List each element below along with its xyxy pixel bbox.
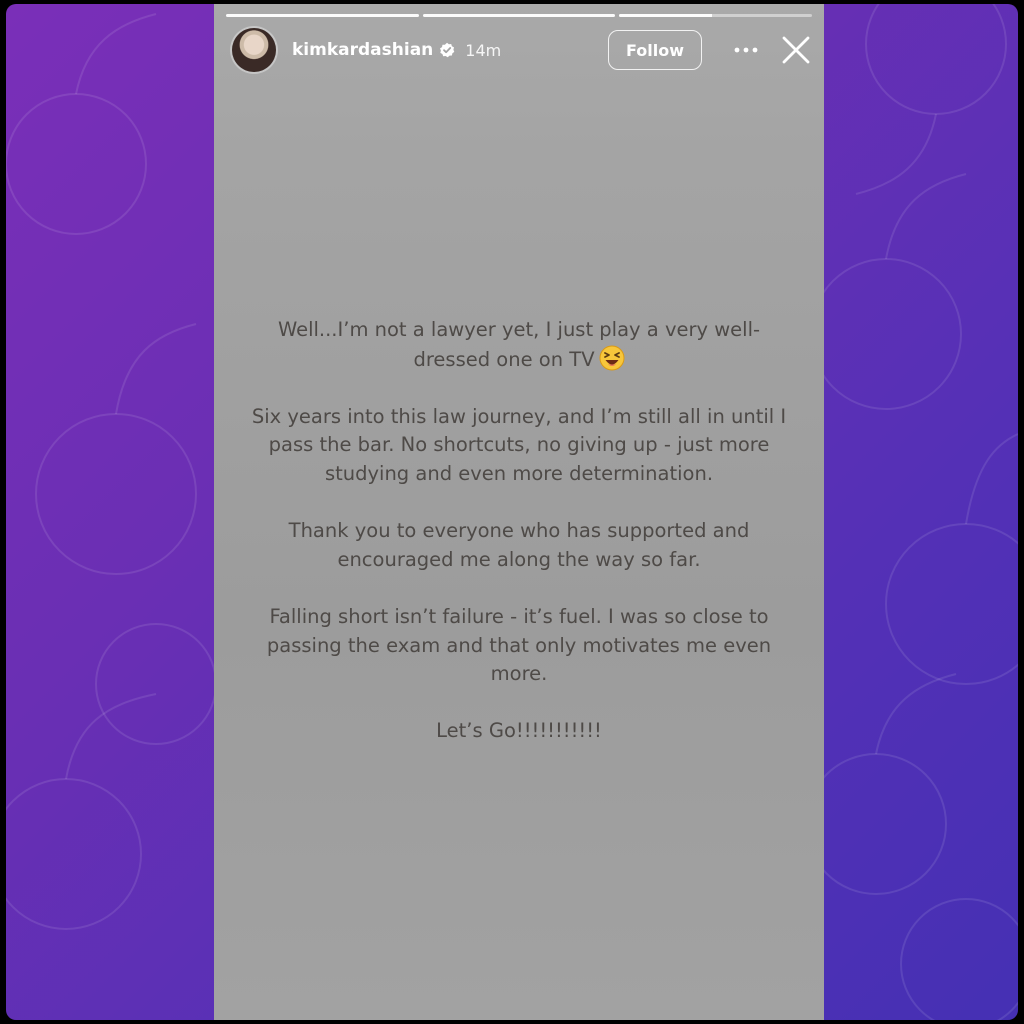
progress-segment-current [619,14,813,17]
progress-segment-fill [619,14,712,17]
message-paragraph-text: Well...I’m not a lawyer yet, I just play… [277,318,761,371]
avatar[interactable] [232,28,276,72]
follow-button[interactable]: Follow [608,30,702,70]
story-header: kimkardashian 14m Follow [232,26,814,74]
more-options-button[interactable] [728,32,764,68]
story-text-message: Well...I’m not a lawyer yet, I just play… [244,316,794,775]
username[interactable]: kimkardashian [292,40,433,60]
story-progress-bar [226,14,813,17]
message-paragraph: Thank you to everyone who has supported … [288,519,750,571]
progress-segment [226,14,419,17]
verified-badge-icon [440,42,455,58]
message-paragraph: Six years into this law journey, and I’m… [251,404,787,485]
story-card[interactable]: kimkardashian 14m Follow Well...I’m not … [214,4,824,1020]
progress-segment [422,14,616,17]
more-horizontal-icon [734,47,758,53]
message-paragraph: Let’s Go!!!!!!!!!!! [436,719,602,743]
laughing-emoji-icon [599,345,625,371]
message-paragraph: Falling short isn’t failure - it’s fuel.… [266,604,772,686]
close-icon [782,36,810,64]
close-button[interactable] [778,32,814,68]
message-paragraph: Well...I’m not a lawyer yet, I just play… [244,316,794,374]
post-time: 14m [465,40,502,60]
story-viewer-backdrop: kimkardashian 14m Follow Well...I’m not … [6,4,1018,1020]
